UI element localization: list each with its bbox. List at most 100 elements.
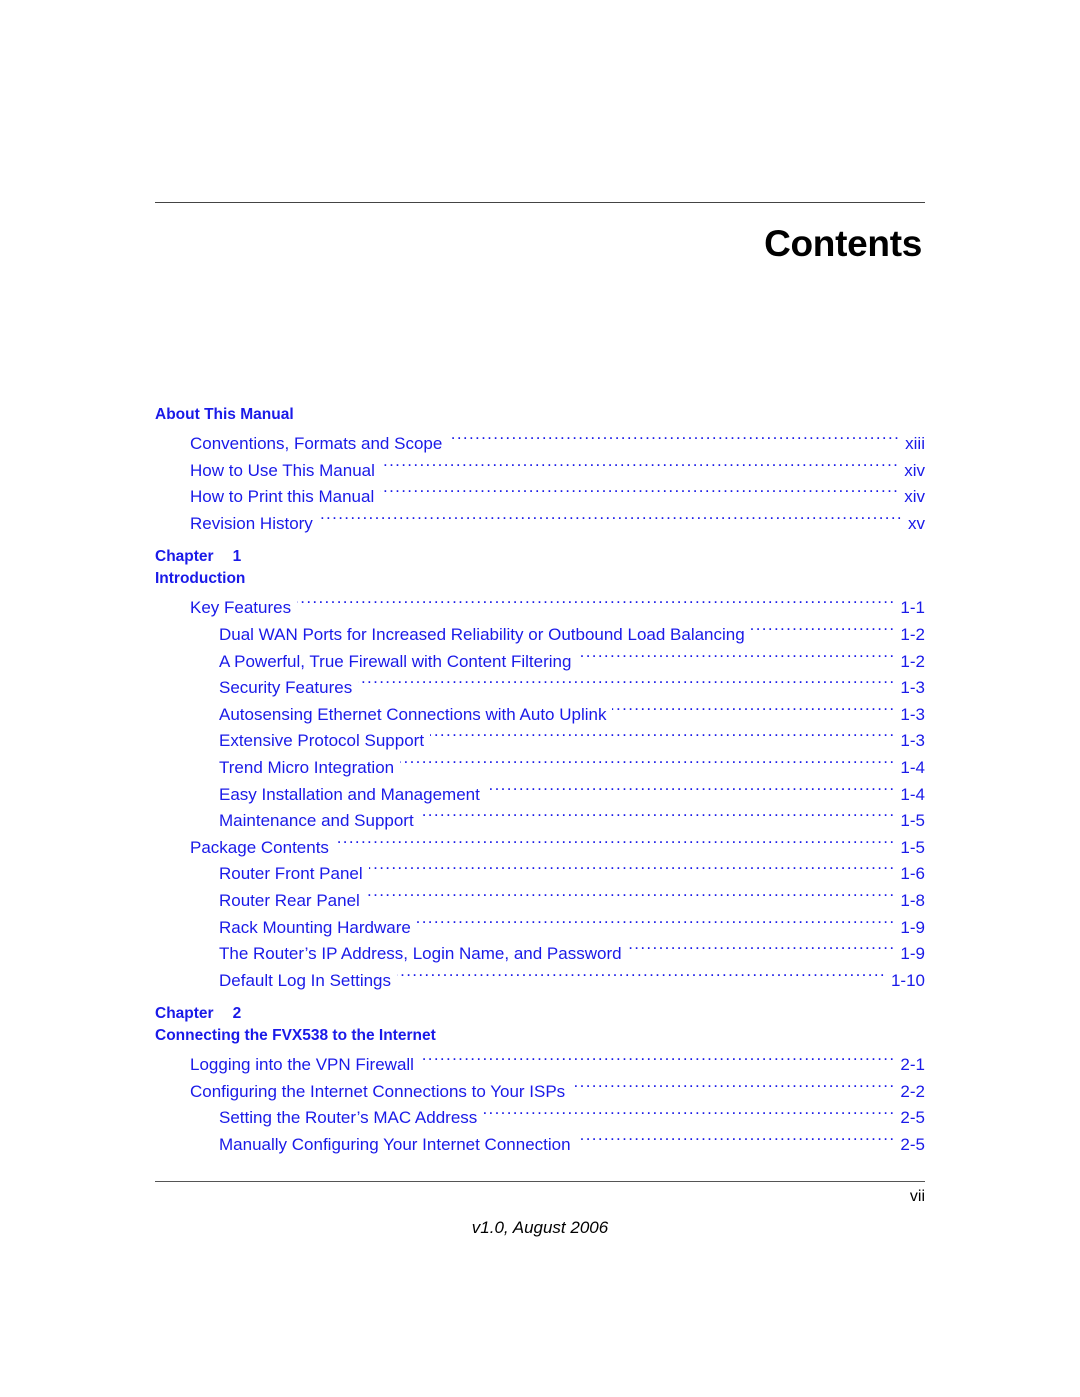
toc-leader-dots bbox=[612, 703, 895, 720]
toc-entry-title: Revision History bbox=[190, 513, 313, 533]
toc-entry-title: A Powerful, True Firewall with Content F… bbox=[219, 651, 572, 671]
toc-entry[interactable]: How to Use This Manual xiv bbox=[155, 458, 925, 485]
toc-entry[interactable]: Key Features 1-1 bbox=[155, 595, 925, 622]
toc-entry-page-number: xiv bbox=[904, 487, 925, 507]
toc-entry-title: Dual WAN Ports for Increased Reliability… bbox=[219, 624, 745, 644]
toc-entry[interactable]: Autosensing Ethernet Connections with Au… bbox=[155, 702, 925, 729]
chapter-heading: Chapter 2 Connecting the FVX538 to the Int… bbox=[155, 1003, 925, 1047]
toc-entry[interactable]: Logging into the VPN Firewall 2-1 bbox=[155, 1052, 925, 1079]
toc-entry-page-number: 2-5 bbox=[900, 1135, 925, 1155]
toc-entry-page-number: 2-5 bbox=[900, 1108, 925, 1128]
toc-leader-dots bbox=[628, 942, 896, 959]
toc-leader-dots bbox=[400, 756, 895, 773]
chapter-word: Chapter bbox=[155, 1005, 214, 1023]
toc-entry-page-number: 1-3 bbox=[900, 678, 925, 698]
toc-entry-page-number: 1-5 bbox=[900, 811, 925, 831]
document-version-line: v1.0, August 2006 bbox=[471, 1218, 609, 1237]
toc-entry[interactable]: Default Log In Settings 1-10 bbox=[155, 968, 925, 995]
toc-entry-page-number: 1-4 bbox=[900, 784, 925, 804]
toc-entry[interactable]: How to Print this Manual xiv bbox=[155, 484, 925, 511]
toc-entry[interactable]: Security Features 1-3 bbox=[155, 675, 925, 702]
toc-leader-dots bbox=[417, 916, 896, 933]
table-of-contents: About This Manual Conventions, Formats an… bbox=[155, 404, 925, 1159]
toc-leader-dots bbox=[381, 459, 899, 476]
toc-entry-page-number: 1-1 bbox=[900, 598, 925, 618]
toc-entry-page-number: 1-8 bbox=[900, 890, 925, 910]
toc-entry-title: Rack Mounting Hardware bbox=[219, 917, 411, 937]
toc-leader-dots bbox=[577, 1133, 896, 1150]
toc-entry-page-number: 2-1 bbox=[900, 1055, 925, 1075]
toc-leader-dots bbox=[297, 596, 895, 613]
toc-entry[interactable]: Maintenance and Support 1-5 bbox=[155, 808, 925, 835]
toc-leader-dots bbox=[448, 432, 900, 449]
document-page: Contents About This Manual Conventions, F… bbox=[0, 0, 1080, 1397]
toc-leader-dots bbox=[420, 809, 896, 826]
toc-leader-dots bbox=[397, 969, 886, 986]
chapter-subtitle: Connecting the FVX538 to the Internet bbox=[155, 1027, 436, 1045]
toc-leader-dots bbox=[486, 783, 896, 800]
toc-entry-page-number: 1-10 bbox=[890, 970, 925, 990]
chapter-heading: Chapter 1 Introduction bbox=[155, 546, 925, 590]
toc-entry[interactable]: A Powerful, True Firewall with Content F… bbox=[155, 649, 925, 676]
toc-entry-title: Maintenance and Support bbox=[219, 811, 414, 831]
toc-entry-title: Manually Configuring Your Internet Conne… bbox=[219, 1135, 571, 1155]
chapter-subtitle: Introduction bbox=[155, 570, 246, 588]
page-title: Contents bbox=[764, 223, 922, 264]
toc-entry-title: Key Features bbox=[190, 598, 292, 618]
chapter-number: 1 bbox=[232, 548, 242, 566]
toc-entry-page-number: 1-4 bbox=[900, 757, 925, 777]
toc-entry-page-number: 1-2 bbox=[900, 624, 925, 644]
toc-entry[interactable]: Rack Mounting Hardware 1-9 bbox=[155, 915, 925, 942]
toc-entry-title: Package Contents bbox=[190, 837, 329, 857]
toc-entry[interactable]: Router Front Panel 1-6 bbox=[155, 861, 925, 888]
toc-leader-dots bbox=[577, 650, 895, 667]
toc-leader-dots bbox=[751, 623, 896, 640]
toc-entry-title: Configuring the Internet Connections to … bbox=[190, 1081, 566, 1101]
toc-entry[interactable]: Setting the Router’s MAC Address 2-5 bbox=[155, 1105, 925, 1132]
toc-entry[interactable]: Conventions, Formats and Scope xiii bbox=[155, 431, 925, 458]
toc-entry[interactable]: Manually Configuring Your Internet Conne… bbox=[155, 1132, 925, 1159]
toc-entry-page-number: xiii bbox=[905, 434, 925, 453]
toc-entry-title: How to Use This Manual bbox=[190, 460, 375, 480]
toc-entry[interactable]: Trend Micro Integration 1-4 bbox=[155, 755, 925, 782]
header-rule bbox=[155, 202, 925, 203]
toc-entry-page-number: 1-3 bbox=[900, 731, 925, 751]
toc-entry-title: Easy Installation and Management bbox=[219, 784, 480, 804]
toc-entry-page-number: 1-3 bbox=[900, 704, 925, 724]
toc-entry-title: Trend Micro Integration bbox=[219, 757, 395, 777]
toc-leader-dots bbox=[571, 1080, 895, 1097]
toc-leader-dots bbox=[335, 836, 896, 853]
toc-entry[interactable]: Easy Installation and Management 1-4 bbox=[155, 782, 925, 809]
toc-entry-title: Router Rear Panel bbox=[219, 890, 360, 910]
toc-entry[interactable]: Router Rear Panel 1-8 bbox=[155, 888, 925, 915]
toc-entry[interactable]: Configuring the Internet Connections to … bbox=[155, 1079, 925, 1106]
section-heading-label: About This Manual bbox=[155, 406, 294, 423]
toc-entry[interactable]: Package Contents 1-5 bbox=[155, 835, 925, 862]
chapter-number: 2 bbox=[232, 1005, 242, 1023]
toc-entry[interactable]: Revision History xv bbox=[155, 511, 925, 538]
toc-leader-dots bbox=[483, 1106, 895, 1123]
toc-entry-page-number: 2-2 bbox=[900, 1081, 925, 1101]
toc-entry-title: Autosensing Ethernet Connections with Au… bbox=[219, 704, 607, 724]
toc-entry-page-number: 1-9 bbox=[900, 917, 925, 937]
toc-entry-title: How to Print this Manual bbox=[190, 487, 375, 507]
toc-leader-dots bbox=[369, 862, 896, 879]
toc-leader-dots bbox=[380, 485, 899, 502]
toc-entry[interactable]: Dual WAN Ports for Increased Reliability… bbox=[155, 622, 925, 649]
toc-entry-title: Router Front Panel bbox=[219, 864, 363, 884]
toc-entry-title: Conventions, Formats and Scope bbox=[190, 434, 443, 453]
toc-entry[interactable]: The Router’s IP Address, Login Name, and… bbox=[155, 941, 925, 968]
toc-leader-dots bbox=[430, 729, 895, 746]
toc-entry-title: Setting the Router’s MAC Address bbox=[219, 1108, 478, 1128]
toc-entry-title: Security Features bbox=[219, 678, 353, 698]
toc-entry-page-number: xv bbox=[908, 513, 925, 533]
page-number-folio: vii bbox=[909, 1188, 925, 1205]
toc-entry-title: Extensive Protocol Support bbox=[219, 731, 425, 751]
section-heading: About This Manual bbox=[155, 404, 925, 426]
footer-rule bbox=[155, 1181, 925, 1182]
toc-entry-page-number: xiv bbox=[904, 460, 925, 480]
toc-entry[interactable]: Extensive Protocol Support 1-3 bbox=[155, 728, 925, 755]
toc-entry-page-number: 1-2 bbox=[900, 651, 925, 671]
toc-leader-dots bbox=[420, 1053, 895, 1070]
toc-entry-page-number: 1-6 bbox=[900, 864, 925, 884]
